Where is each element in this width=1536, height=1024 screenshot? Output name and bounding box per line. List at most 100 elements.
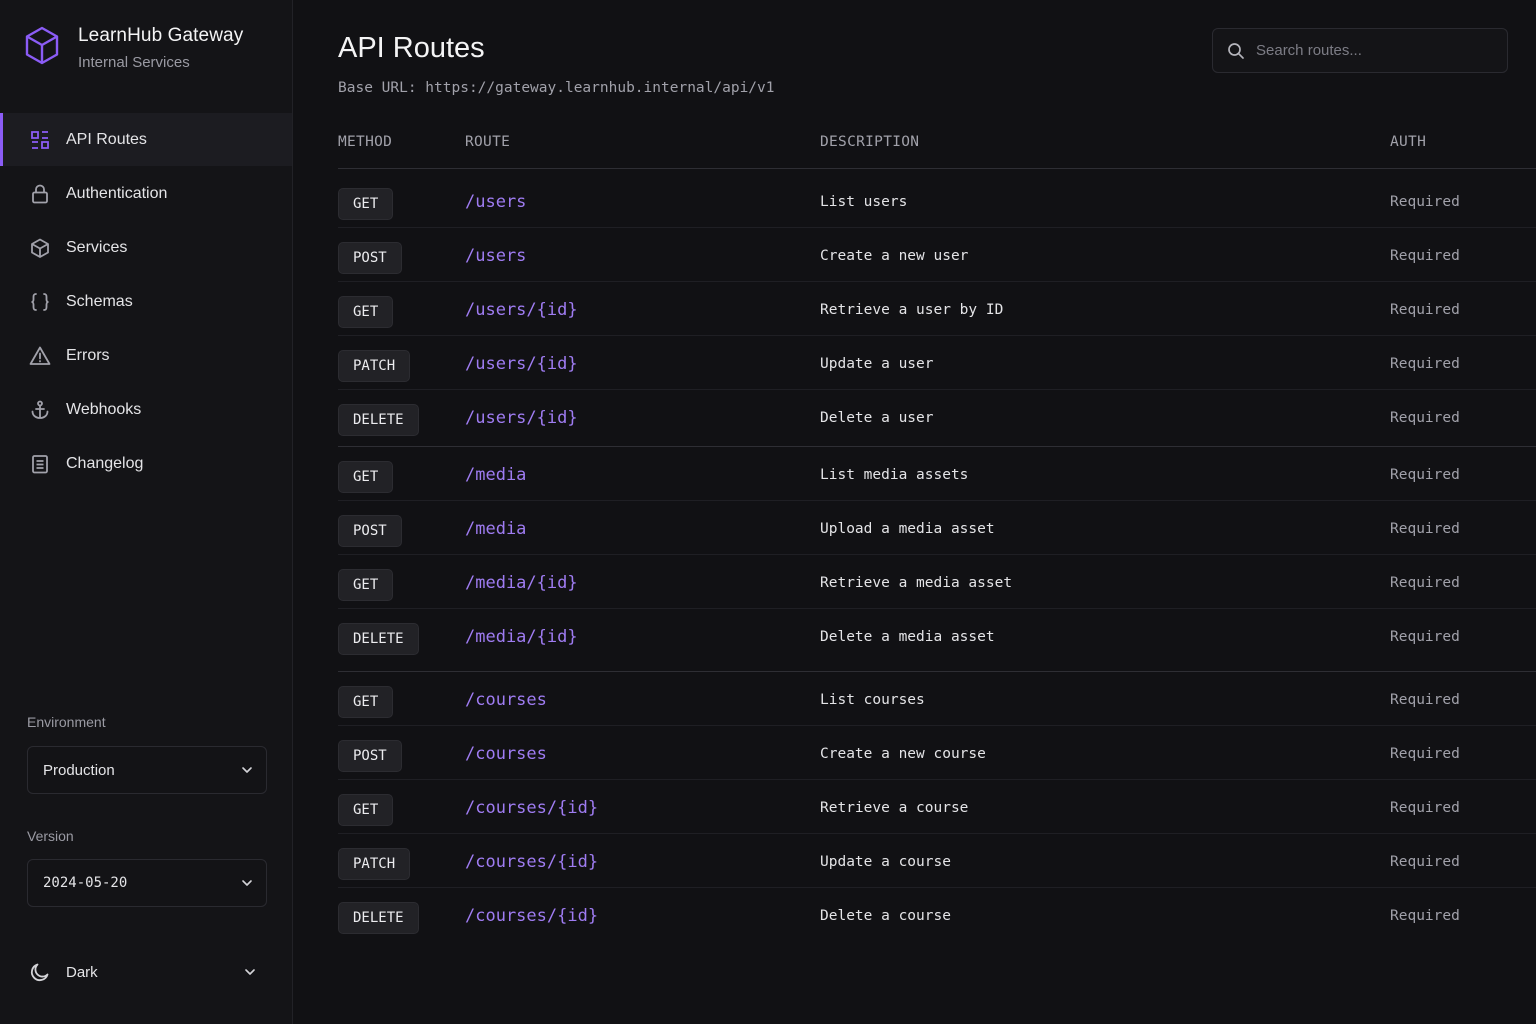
route-path-link[interactable]: /courses: [465, 744, 547, 764]
sidebar-item-schemas[interactable]: Schemas: [0, 275, 292, 328]
auth-status: Required: [1390, 800, 1460, 816]
auth-status: Required: [1390, 854, 1460, 870]
route-description: List media assets: [820, 467, 969, 483]
method-badge[interactable]: GET: [338, 569, 394, 601]
table-row[interactable]: POST/courses Create a new course Required: [338, 726, 1536, 780]
environment-label: Environment: [27, 714, 106, 730]
route-path-link[interactable]: /courses/{id}: [465, 852, 598, 872]
table-row[interactable]: DELETE/courses/{id} Delete a course Requir…: [338, 888, 1536, 942]
table-row[interactable]: POST/media Upload a media asset Required: [338, 501, 1536, 555]
column-header-method[interactable]: METHOD: [338, 134, 392, 150]
method-badge[interactable]: PATCH: [338, 350, 411, 382]
search-input[interactable]: [1256, 42, 1496, 59]
sidebar-item-api-routes[interactable]: API Routes: [0, 113, 292, 166]
method-badge[interactable]: POST: [338, 242, 402, 274]
route-description: Retrieve a user by ID: [820, 302, 1004, 318]
route-description: List users: [820, 194, 908, 210]
route-path-link[interactable]: /media/{id}: [465, 573, 578, 593]
sidebar-item-changelog[interactable]: Changelog: [0, 437, 292, 490]
route-path-link[interactable]: /users: [465, 192, 526, 212]
sidebar-item-services[interactable]: Services: [0, 221, 292, 274]
route-path-link[interactable]: /users: [465, 246, 526, 266]
sidebar-item-errors[interactable]: Errors: [0, 329, 292, 382]
route-group-courses: GET/courses List courses Required POST/cour…: [338, 671, 1536, 942]
column-header-auth[interactable]: AUTH: [1390, 134, 1426, 150]
route-description: Retrieve a media asset: [820, 575, 1013, 591]
method-badge[interactable]: GET: [338, 188, 394, 220]
route-description: Delete a user: [820, 410, 934, 426]
route-path-link[interactable]: /media: [465, 519, 526, 539]
environment-select[interactable]: Production: [27, 746, 267, 794]
route-group-media: GET/media List media assets Required POST/m…: [338, 446, 1536, 663]
route-description: List courses: [820, 692, 925, 708]
route-description: Retrieve a course: [820, 800, 969, 816]
method-badge[interactable]: DELETE: [338, 404, 419, 436]
method-badge[interactable]: GET: [338, 461, 394, 493]
table-row[interactable]: GET/users List users Required: [338, 174, 1536, 228]
version-label: Version: [27, 828, 74, 844]
route-path-link[interactable]: /media: [465, 465, 526, 485]
chevron-down-icon: [245, 969, 255, 975]
sidebar-item-label: Changelog: [66, 454, 144, 472]
version-select[interactable]: 2024-05-20: [27, 859, 267, 907]
method-badge[interactable]: GET: [338, 296, 394, 328]
version-value: 2024-05-20: [43, 875, 128, 891]
route-path-link[interactable]: /users/{id}: [465, 300, 578, 320]
warning-icon: [29, 345, 51, 367]
method-badge[interactable]: POST: [338, 740, 402, 772]
table-row[interactable]: DELETE/users/{id} Delete a user Required: [338, 390, 1536, 444]
sidebar-item-label: Errors: [66, 346, 110, 364]
table-row[interactable]: GET/courses/{id} Retrieve a course Require…: [338, 780, 1536, 834]
auth-status: Required: [1390, 410, 1460, 426]
table-row[interactable]: GET/media/{id} Retrieve a media asset Requ…: [338, 555, 1536, 609]
route-group-users: GET/users List users Required POST/users Cre…: [338, 174, 1536, 444]
column-header-route[interactable]: ROUTE: [465, 134, 510, 150]
route-path-link[interactable]: /media/{id}: [465, 627, 578, 647]
route-path-link[interactable]: /users/{id}: [465, 354, 578, 374]
sidebar-item-label: API Routes: [66, 130, 147, 148]
auth-status: Required: [1390, 746, 1460, 762]
sidebar: LearnHub Gateway Internal Services API R…: [0, 0, 293, 1024]
sidebar-item-authentication[interactable]: Authentication: [0, 167, 292, 220]
theme-toggle[interactable]: Dark: [29, 958, 265, 986]
route-path-link[interactable]: /courses/{id}: [465, 906, 598, 926]
anchor-icon: [29, 399, 51, 421]
route-path-link[interactable]: /users/{id}: [465, 408, 578, 428]
table-row[interactable]: DELETE/media/{id} Delete a media asset Req…: [338, 609, 1536, 663]
method-badge[interactable]: GET: [338, 686, 394, 718]
route-description: Delete a media asset: [820, 629, 995, 645]
auth-status: Required: [1390, 575, 1460, 591]
method-badge[interactable]: POST: [338, 515, 402, 547]
sidebar-nav: API Routes Authentication Services Schem…: [0, 113, 292, 491]
main-content: API Routes Base URL: https://gateway.lea…: [294, 0, 1536, 1024]
auth-status: Required: [1390, 629, 1460, 645]
auth-status: Required: [1390, 248, 1460, 264]
route-path-link[interactable]: /courses: [465, 690, 547, 710]
search-box[interactable]: [1212, 28, 1508, 73]
table-row[interactable]: GET/media List media assets Required: [338, 447, 1536, 501]
sidebar-item-webhooks[interactable]: Webhooks: [0, 383, 292, 436]
route-description: Create a new course: [820, 746, 986, 762]
lock-icon: [29, 183, 51, 205]
route-description: Upload a media asset: [820, 521, 995, 537]
table-row[interactable]: PATCH/users/{id} Update a user Required: [338, 336, 1536, 390]
table-header: METHOD ROUTE DESCRIPTION AUTH: [338, 131, 1536, 169]
table-row[interactable]: GET/courses List courses Required: [338, 672, 1536, 726]
moon-icon: [30, 963, 49, 982]
page-title: API Routes: [338, 32, 485, 64]
auth-status: Required: [1390, 521, 1460, 537]
method-badge[interactable]: DELETE: [338, 902, 419, 934]
method-badge[interactable]: PATCH: [338, 848, 411, 880]
sidebar-item-label: Authentication: [66, 184, 168, 202]
route-path-link[interactable]: /courses/{id}: [465, 798, 598, 818]
table-row[interactable]: GET/users/{id} Retrieve a user by ID Requi…: [338, 282, 1536, 336]
method-badge[interactable]: GET: [338, 794, 394, 826]
table-row[interactable]: PATCH/courses/{id} Update a course Require…: [338, 834, 1536, 888]
column-header-description[interactable]: DESCRIPTION: [820, 134, 919, 150]
method-badge[interactable]: DELETE: [338, 623, 419, 655]
sidebar-item-label: Services: [66, 238, 128, 256]
table-row[interactable]: POST/users Create a new user Required: [338, 228, 1536, 282]
base-url: Base URL: https://gateway.learnhub.inter…: [338, 80, 775, 96]
brand-subtitle: Internal Services: [78, 54, 190, 71]
route-description: Update a user: [820, 356, 934, 372]
